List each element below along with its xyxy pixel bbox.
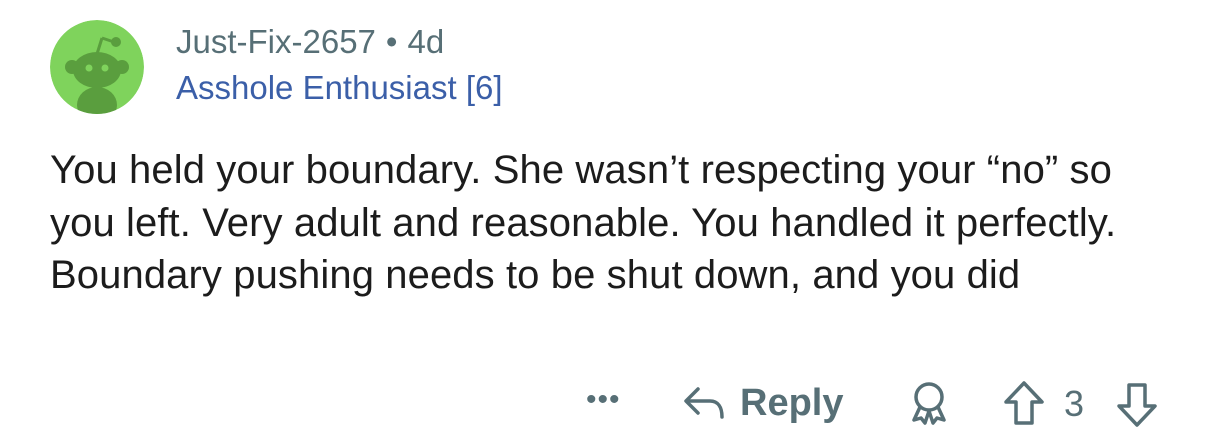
award-button[interactable]: [906, 380, 952, 431]
meta-separator: •: [385, 23, 398, 60]
reply-label: Reply: [740, 381, 844, 424]
author-username[interactable]: Just-Fix-2657: [176, 23, 376, 60]
comment: Just-Fix-2657 • 4d Asshole Enthusiast [6] …: [0, 0, 1206, 445]
reply-arrow-icon: [684, 387, 724, 419]
user-flair: Asshole Enthusiast [6]: [176, 69, 503, 106]
comment-age: 4d: [407, 23, 445, 60]
downvote-button[interactable]: [1115, 382, 1159, 433]
vote-score: 3: [1064, 383, 1085, 424]
comment-body: You held your boundary. She wasn’t respe…: [50, 148, 1117, 297]
more-options-button[interactable]: •••: [586, 383, 621, 417]
upvote-button[interactable]: [1002, 380, 1046, 431]
downvote-arrow-icon: [1117, 383, 1157, 427]
avatar[interactable]: [50, 20, 144, 114]
upvote-arrow-icon: [1004, 381, 1044, 425]
reddit-snoo-avatar-icon: [50, 20, 144, 114]
reply-button[interactable]: Reply: [682, 380, 843, 426]
comment-actions: ••• Reply 3: [0, 375, 1206, 431]
award-icon: [912, 382, 946, 425]
comment-meta: Just-Fix-2657 • 4d: [176, 22, 444, 62]
